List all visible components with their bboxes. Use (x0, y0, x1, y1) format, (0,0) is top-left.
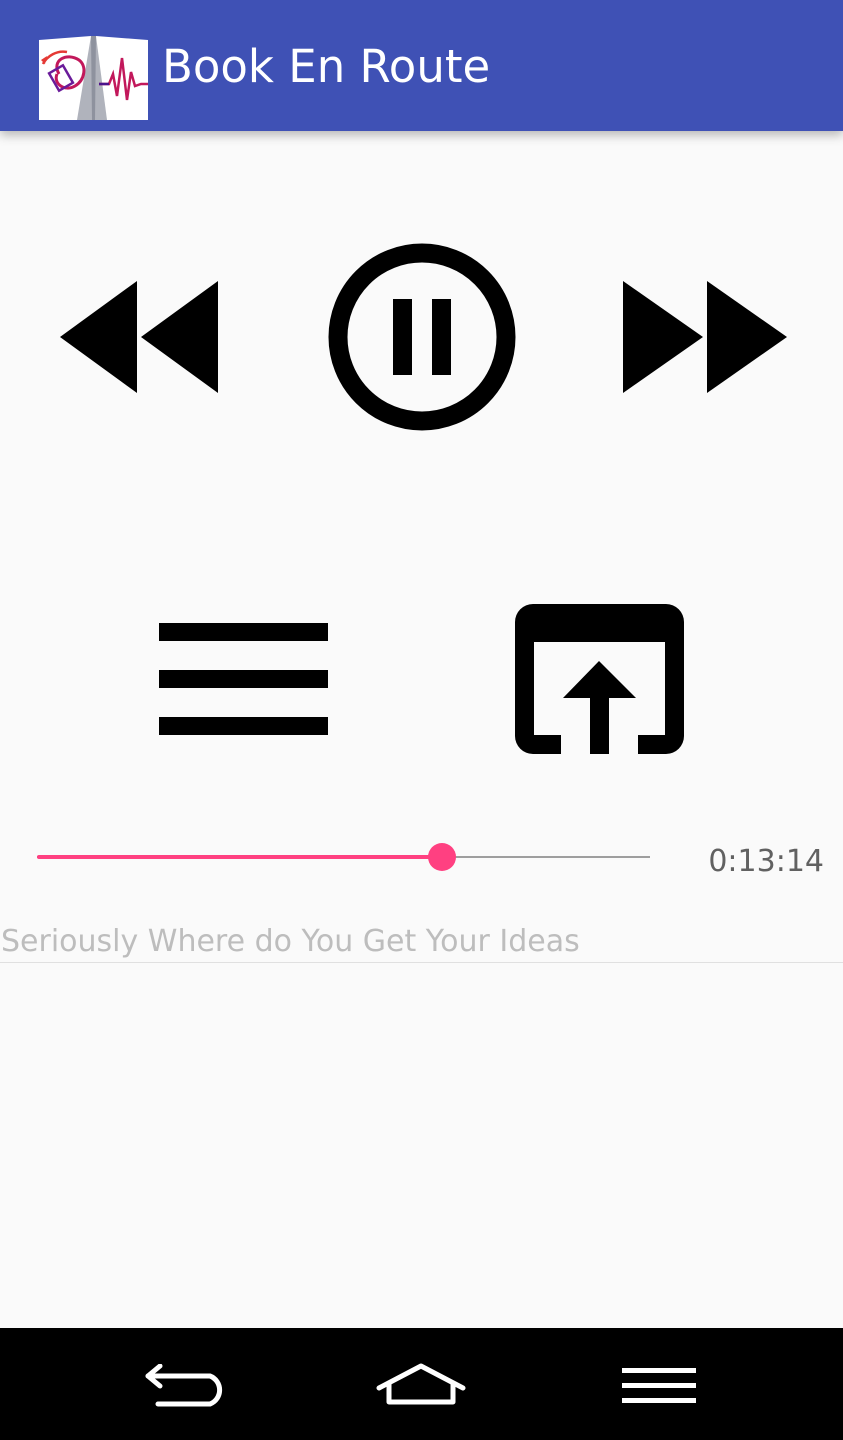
fast-forward-button[interactable] (623, 281, 787, 393)
open-in-browser-icon (515, 604, 684, 754)
app-bar: Book En Route (0, 0, 843, 131)
play-pause-button[interactable] (328, 243, 516, 431)
elapsed-time: 0:13:14 (708, 844, 824, 879)
app-logo-icon (37, 34, 150, 122)
nav-back-button[interactable] (130, 1328, 240, 1440)
pause-circle-icon (328, 243, 516, 431)
system-nav-bar (0, 1328, 843, 1440)
divider (0, 962, 843, 963)
menu-button[interactable] (159, 623, 328, 735)
fast-forward-icon (623, 281, 787, 393)
back-arrow-icon (145, 1364, 223, 1407)
seek-bar-thumb[interactable] (427, 843, 456, 871)
rewind-button[interactable] (60, 281, 218, 393)
fast-rewind-icon (60, 281, 218, 393)
app-title: Book En Route (162, 40, 491, 93)
seek-bar[interactable] (37, 843, 650, 871)
seek-bar-progress (37, 855, 442, 859)
menu-lines-icon (622, 1368, 696, 1403)
home-icon (376, 1363, 466, 1405)
open-in-button[interactable] (515, 604, 684, 754)
track-title: Seriously Where do You Get Your Ideas (1, 924, 580, 959)
nav-recents-button[interactable] (604, 1328, 714, 1440)
nav-home-button[interactable] (366, 1328, 476, 1440)
menu-icon (159, 623, 328, 735)
